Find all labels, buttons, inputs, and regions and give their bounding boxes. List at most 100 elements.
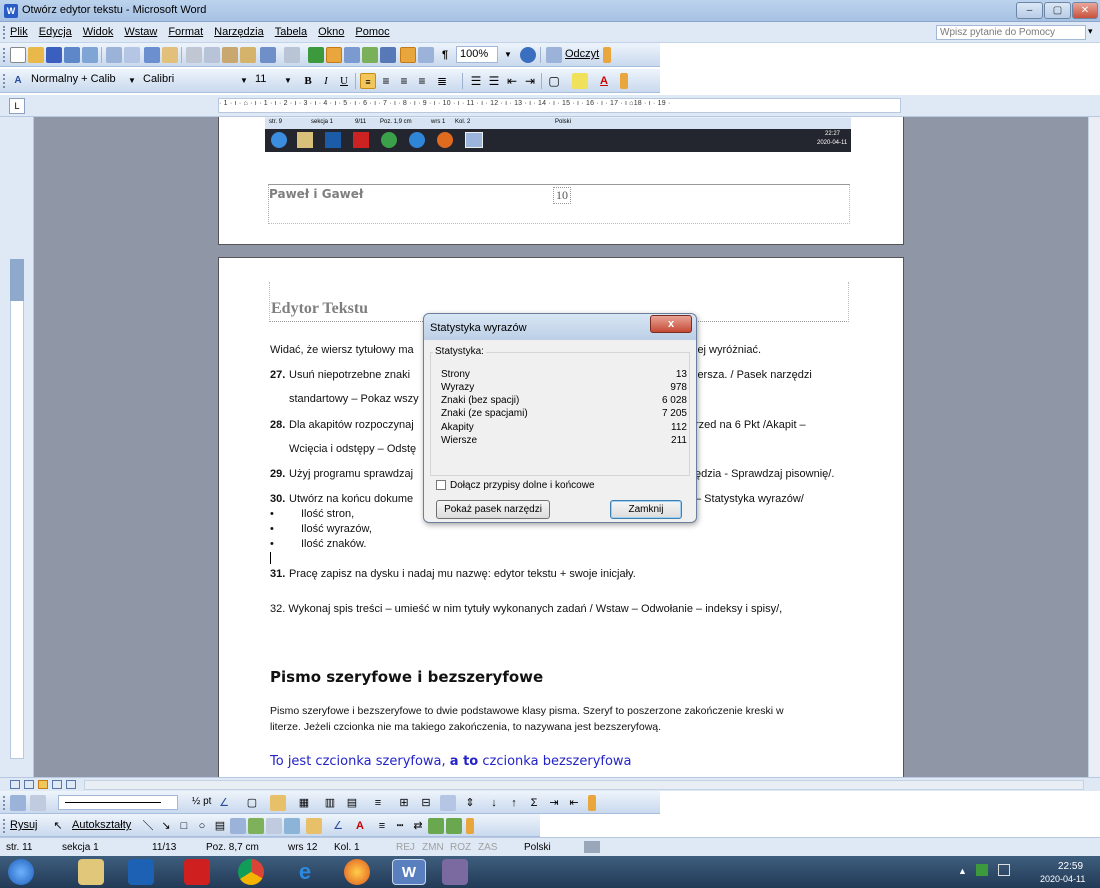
split-cells-icon[interactable]: ▤: [344, 795, 360, 811]
zoom-combo[interactable]: 100%: [456, 46, 498, 63]
vertical-ruler-strip[interactable]: [10, 259, 24, 759]
tray-expand-icon[interactable]: ▲: [958, 866, 967, 876]
wordart-icon[interactable]: [230, 818, 246, 834]
toolbar-options-icon[interactable]: [466, 818, 474, 834]
read-button[interactable]: Odczyt: [565, 48, 599, 60]
font-dropdown-icon[interactable]: ▼: [236, 73, 252, 89]
email-icon[interactable]: [82, 47, 98, 63]
select-objects-icon[interactable]: ↖: [50, 818, 66, 834]
insert-table-icon[interactable]: [344, 47, 360, 63]
outdent-icon[interactable]: ⇤: [566, 795, 582, 811]
sort-descending-icon[interactable]: ↑: [506, 795, 522, 811]
textbox-tool-icon[interactable]: ▤: [212, 818, 228, 834]
indent-icon[interactable]: ⇥: [546, 795, 562, 811]
file-explorer-icon[interactable]: [78, 859, 104, 885]
line-weight-value[interactable]: ½ pt: [192, 796, 211, 807]
include-footnotes-checkbox[interactable]: Dołącz przypisy dolne i końcowe: [436, 480, 595, 491]
outside-border-icon[interactable]: ▢: [244, 795, 260, 811]
border-color-icon[interactable]: ∠: [216, 795, 232, 811]
fill-color-icon[interactable]: [306, 818, 322, 834]
drawing-icon[interactable]: [400, 47, 416, 63]
status-ext[interactable]: ROZ: [450, 842, 471, 853]
copy-icon[interactable]: [204, 47, 220, 63]
styles-pane-icon[interactable]: A: [10, 73, 26, 89]
hyperlink-icon[interactable]: [308, 47, 324, 63]
dialog-title-bar[interactable]: Statystyka wyrazów x: [424, 314, 696, 340]
normal-view-icon[interactable]: [10, 780, 20, 789]
font-color-icon[interactable]: A: [352, 818, 368, 834]
borders-icon[interactable]: ▢: [546, 73, 562, 89]
line-color-icon[interactable]: ∠: [330, 818, 346, 834]
justify-icon[interactable]: ≡: [414, 73, 430, 89]
menu-table[interactable]: Tabela: [275, 26, 307, 38]
toolbar-grip[interactable]: [3, 796, 6, 810]
toolbar-grip[interactable]: [3, 48, 6, 62]
oval-tool-icon[interactable]: ○: [194, 818, 210, 834]
autoformat-icon[interactable]: [440, 795, 456, 811]
style-dropdown-icon[interactable]: ▼: [124, 73, 140, 89]
print-preview-icon[interactable]: [124, 47, 140, 63]
menu-tools[interactable]: Narzędzia: [214, 26, 264, 38]
undo-icon[interactable]: [260, 47, 276, 63]
clock-time[interactable]: 22:59: [1058, 861, 1083, 872]
italic-button[interactable]: I: [318, 73, 334, 89]
shadow-style-icon[interactable]: [428, 818, 444, 834]
show-hide-icon[interactable]: ¶: [437, 47, 453, 63]
autosum-icon[interactable]: Σ: [526, 795, 542, 811]
merge-cells-icon[interactable]: ▥: [322, 795, 338, 811]
menu-window[interactable]: Okno: [318, 26, 344, 38]
zoom-dropdown-icon[interactable]: ▼: [500, 47, 516, 63]
picture-icon[interactable]: [284, 818, 300, 834]
autoshapes-button[interactable]: Autokształty: [72, 819, 131, 831]
draw-menu-button[interactable]: Rysuj: [10, 819, 38, 831]
menu-format[interactable]: Format: [168, 26, 203, 38]
numbering-icon[interactable]: ☰: [468, 73, 484, 89]
tab-selector[interactable]: L: [9, 98, 25, 114]
reading-view-icon[interactable]: [66, 780, 76, 789]
document-page-previous[interactable]: str. 9 sekcja 1 9/11 Poz. 1,9 cm wrs 1 K…: [218, 117, 904, 245]
bold-button[interactable]: B: [300, 73, 316, 89]
new-document-icon[interactable]: [10, 47, 26, 63]
text-direction-icon[interactable]: ⇕: [462, 795, 478, 811]
word-taskbar-icon[interactable]: W: [392, 859, 426, 885]
distribute-rows-icon[interactable]: ⊞: [396, 795, 412, 811]
bullets-icon[interactable]: ☰: [486, 73, 502, 89]
decrease-indent-icon[interactable]: ⇤: [504, 73, 520, 89]
toolbar-grip[interactable]: [3, 26, 6, 39]
line-spacing-icon[interactable]: ≣: [434, 73, 450, 89]
3d-style-icon[interactable]: [446, 818, 462, 834]
menu-edit[interactable]: Edycja: [39, 26, 72, 38]
menu-file[interactable]: Plik: [10, 26, 28, 38]
insert-excel-icon[interactable]: [362, 47, 378, 63]
increase-indent-icon[interactable]: ⇥: [522, 73, 538, 89]
dialog-close-button[interactable]: x: [650, 315, 692, 333]
help-dropdown-icon[interactable]: ▾: [1088, 26, 1093, 37]
paste-icon[interactable]: [222, 47, 238, 63]
maximize-button[interactable]: ▢: [1044, 2, 1071, 19]
ruler-strip[interactable]: · 1 · ı · ⌂ · ı · 1 · ı · 2 · ı · 3 · ı …: [218, 98, 901, 113]
permission-icon[interactable]: [64, 47, 80, 63]
format-painter-icon[interactable]: [240, 47, 256, 63]
align-center-icon[interactable]: ≡: [378, 73, 394, 89]
underline-button[interactable]: U: [336, 73, 352, 89]
dash-style-icon[interactable]: ┅: [392, 818, 408, 834]
toolbar-options-icon[interactable]: [620, 73, 628, 89]
spelling-icon[interactable]: [144, 47, 160, 63]
outlook-icon[interactable]: [128, 859, 154, 885]
outline-view-icon[interactable]: [52, 780, 62, 789]
line-style-combo[interactable]: [58, 795, 178, 810]
menu-insert[interactable]: Wstaw: [124, 26, 157, 38]
show-toolbar-button[interactable]: Pokaż pasek narzędzi: [436, 500, 550, 519]
eraser-icon[interactable]: [30, 795, 46, 811]
clock-date[interactable]: 2020-04-11: [1040, 874, 1085, 884]
draw-table-icon[interactable]: [10, 795, 26, 811]
toolbar-options-icon[interactable]: [588, 795, 596, 811]
start-button-icon[interactable]: [8, 859, 34, 885]
open-folder-icon[interactable]: [28, 47, 44, 63]
line-tool-icon[interactable]: ＼: [140, 818, 156, 834]
snipping-tool-icon[interactable]: [442, 859, 468, 885]
diagram-icon[interactable]: [248, 818, 264, 834]
document-map-icon[interactable]: [418, 47, 434, 63]
align-left-icon[interactable]: ≡: [360, 73, 376, 89]
spelling-status-icon[interactable]: [584, 841, 600, 853]
